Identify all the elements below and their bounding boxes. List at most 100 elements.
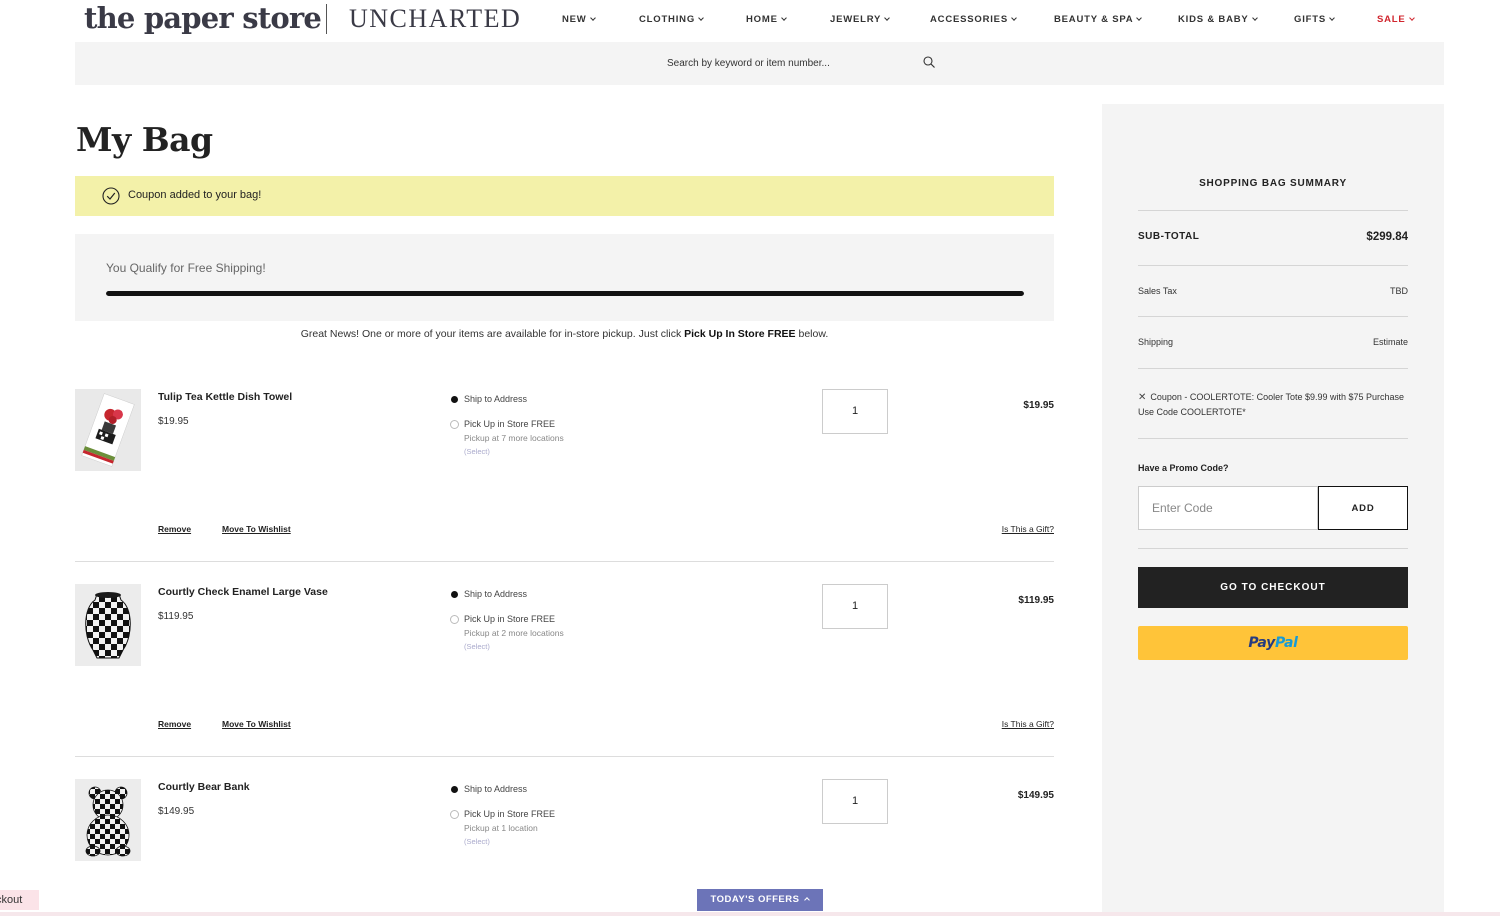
logo-divider — [326, 4, 327, 34]
nav-item-clothing[interactable]: CLOTHING — [639, 13, 704, 27]
nav-label: ACCESSORIES — [930, 14, 1008, 25]
summary-divider — [1138, 265, 1408, 266]
pickup-select-link[interactable]: (Select) — [464, 837, 490, 846]
pickup-note-bold: Pick Up In Store FREE — [684, 328, 796, 340]
free-shipping-progress — [106, 291, 1024, 296]
chevron-down-icon — [589, 15, 596, 21]
remove-link[interactable]: Remove — [158, 719, 191, 729]
quantity-input[interactable]: 1 — [822, 779, 888, 824]
paypal-logo-part: Pal — [1274, 635, 1298, 651]
coupon-text: Coupon - COOLERTOTE: Cooler Tote $9.99 w… — [1138, 392, 1405, 417]
free-shipping-text: You Qualify for Free Shipping! — [106, 261, 266, 275]
sales-tax-label: Sales Tax — [1138, 286, 1177, 296]
chevron-down-icon — [1136, 15, 1143, 21]
chevron-down-icon — [1408, 15, 1415, 21]
radio-unchecked[interactable] — [450, 615, 459, 624]
radio-checked[interactable] — [450, 395, 459, 404]
nav-item-accessories[interactable]: ACCESSORIES — [930, 13, 1017, 27]
summary-divider — [1138, 438, 1408, 439]
nav-item-kids-baby[interactable]: KIDS & BABY — [1178, 13, 1258, 27]
chevron-down-icon — [884, 15, 891, 21]
ship-label: Ship to Address — [464, 394, 528, 404]
pickup-select-link[interactable]: (Select) — [464, 642, 490, 651]
uncharted-logo[interactable]: UNCHARTED — [349, 2, 521, 36]
cart-item: Courtly Bear Bank $149.95 Ship to Addres… — [75, 779, 1054, 889]
subtotal-label: SUB-TOTAL — [1138, 231, 1200, 242]
pickup-label: Pick Up in Store FREE — [464, 809, 556, 819]
pickup-select-link[interactable]: (Select) — [464, 447, 490, 456]
close-icon[interactable]: ✕ — [1138, 392, 1146, 403]
product-image-dish-towel[interactable] — [75, 389, 141, 471]
product-image-check-vase[interactable] — [75, 584, 141, 666]
pickup-label: Pick Up in Store FREE — [464, 614, 556, 624]
nav-item-sale[interactable]: SALE — [1377, 13, 1415, 27]
quantity-input[interactable]: 1 — [822, 584, 888, 629]
nav-label: BEAUTY & SPA — [1054, 14, 1134, 25]
nav-item-jewelry[interactable]: JEWELRY — [830, 13, 891, 27]
chevron-down-icon — [698, 15, 704, 21]
item-divider — [75, 561, 1054, 562]
paper-store-logo[interactable]: the paper store — [84, 0, 322, 36]
bottom-bar — [0, 912, 1500, 916]
coupon-banner: Coupon added to your bag! — [75, 176, 1054, 216]
nav-label: SALE — [1377, 14, 1406, 25]
chevron-down-icon — [1329, 15, 1335, 21]
item-name[interactable]: Courtly Check Enamel Large Vase — [158, 586, 328, 598]
move-to-wishlist-link[interactable]: Move To Wishlist — [222, 524, 291, 534]
check-circle-icon — [102, 187, 120, 205]
shipping-label: Shipping — [1138, 337, 1174, 347]
go-to-checkout-button[interactable]: GO TO CHECKOUT — [1138, 567, 1408, 608]
item-name[interactable]: Tulip Tea Kettle Dish Towel — [158, 391, 292, 403]
radio-checked[interactable] — [450, 590, 459, 599]
radio-unchecked[interactable] — [450, 420, 459, 429]
promo-add-button[interactable]: ADD — [1318, 486, 1408, 530]
cart-item: Tulip Tea Kettle Dish Towel $19.95 Ship … — [75, 389, 1054, 539]
summary-divider — [1138, 316, 1408, 317]
applied-coupon: ✕ Coupon - COOLERTOTE: Cooler Tote $9.99 … — [1138, 390, 1408, 419]
radio-unchecked[interactable] — [450, 810, 459, 819]
pickup-label: Pick Up in Store FREE — [464, 419, 556, 429]
search-icon[interactable] — [923, 56, 935, 68]
item-price: $149.95 — [158, 806, 195, 817]
ship-label: Ship to Address — [464, 784, 528, 794]
item-divider — [75, 756, 1054, 757]
summary-title: SHOPPING BAG SUMMARY — [1199, 178, 1347, 189]
promo-code-input[interactable] — [1138, 486, 1318, 530]
pickup-note: Great News! One or more of your items ar… — [75, 328, 1054, 340]
product-image-bear-bank[interactable] — [75, 779, 141, 861]
sales-tax-value: TBD — [1390, 286, 1408, 296]
chevron-down-icon — [1251, 15, 1258, 21]
nav-item-new[interactable]: NEW — [562, 13, 596, 27]
progress-fill — [106, 291, 1024, 296]
nav-label: KIDS & BABY — [1178, 14, 1249, 25]
chevron-up-icon — [804, 897, 811, 903]
cart-item: Courtly Check Enamel Large Vase $119.95 … — [75, 584, 1054, 734]
item-total: $19.95 — [1023, 400, 1054, 411]
nav-item-gifts[interactable]: GIFTS — [1294, 13, 1335, 27]
summary-divider — [1138, 210, 1408, 211]
summary-divider — [1138, 368, 1408, 369]
paypal-button[interactable]: PayPal — [1138, 626, 1408, 660]
ship-label: Ship to Address — [464, 589, 528, 599]
is-gift-link[interactable]: Is This a Gift? — [1002, 524, 1054, 534]
is-gift-link[interactable]: Is This a Gift? — [1002, 719, 1054, 729]
subtotal-value: $299.84 — [1366, 231, 1408, 243]
nav-item-home[interactable]: HOME — [746, 13, 787, 27]
quantity-input[interactable]: 1 — [822, 389, 888, 434]
remove-link[interactable]: Remove — [158, 524, 191, 534]
summary-divider — [1138, 548, 1408, 549]
radio-checked[interactable] — [450, 785, 459, 794]
todays-offers-tab[interactable]: TODAY'S OFFERS — [697, 889, 823, 911]
move-to-wishlist-link[interactable]: Move To Wishlist — [222, 719, 291, 729]
search-bar[interactable]: Search by keyword or item number... — [75, 42, 1444, 85]
item-name[interactable]: Courtly Bear Bank — [158, 781, 250, 793]
item-total: $149.95 — [1017, 790, 1054, 801]
search-input[interactable]: Search by keyword or item number... — [667, 58, 830, 69]
nav-item-beauty-spa[interactable]: BEAUTY & SPA — [1054, 13, 1143, 27]
nav-label: HOME — [746, 14, 778, 25]
pickup-locations: Pickup at 1 location — [464, 823, 538, 833]
checkout-tab[interactable]: ckout — [0, 890, 39, 910]
page-title: My Bag — [76, 120, 213, 159]
item-total: $119.95 — [1018, 595, 1054, 606]
shipping-estimate-link[interactable]: Estimate — [1373, 337, 1408, 347]
